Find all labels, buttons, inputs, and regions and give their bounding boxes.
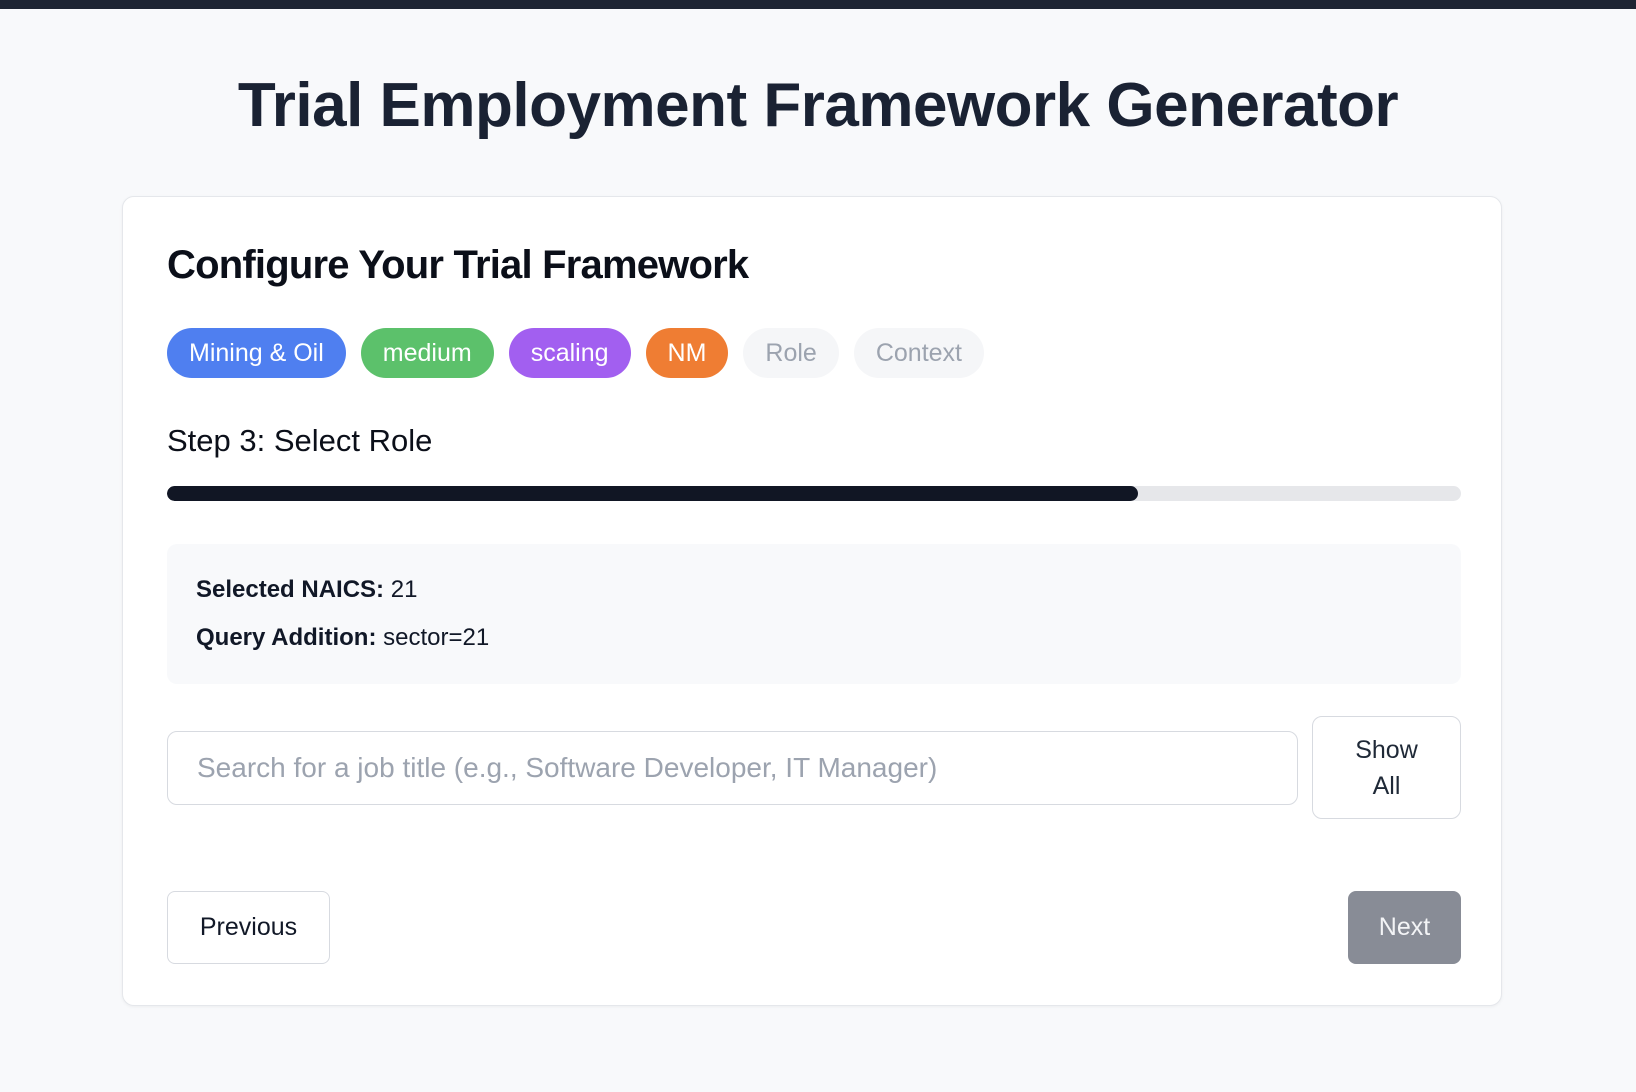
- naics-line: Selected NAICS: 21: [196, 574, 417, 606]
- card-title: Configure Your Trial Framework: [167, 243, 749, 287]
- chip-stage[interactable]: scaling: [508, 328, 631, 378]
- top-bar: [0, 0, 1636, 9]
- chip-size[interactable]: medium: [360, 328, 494, 378]
- query-line: Query Addition: sector=21: [196, 622, 489, 654]
- chip-role: Role: [743, 328, 839, 378]
- previous-button[interactable]: Previous: [167, 891, 330, 964]
- chip-industry[interactable]: Mining & Oil: [167, 328, 346, 378]
- job-title-search-input[interactable]: [167, 731, 1298, 805]
- progress-fill: [167, 486, 1138, 501]
- page-title: Trial Employment Framework Generator: [237, 71, 1399, 140]
- next-button[interactable]: Next: [1348, 891, 1461, 964]
- naics-label: Selected NAICS:: [196, 576, 385, 603]
- chip-location[interactable]: NM: [645, 328, 729, 378]
- show-all-button[interactable]: Show All: [1312, 716, 1461, 819]
- query-label: Query Addition:: [196, 624, 377, 651]
- progress-bar: [167, 486, 1461, 501]
- step-title: Step 3: Select Role: [167, 423, 433, 458]
- naics-info-box: Selected NAICS: 21 Query Addition: secto…: [167, 544, 1461, 684]
- framework-card: Configure Your Trial Framework Mining & …: [122, 196, 1502, 1006]
- query-value: sector=21: [383, 624, 490, 651]
- selection-chips: Mining & Oil medium scaling NM Role Cont…: [167, 328, 984, 378]
- naics-value: 21: [390, 576, 418, 603]
- chip-context: Context: [853, 328, 984, 378]
